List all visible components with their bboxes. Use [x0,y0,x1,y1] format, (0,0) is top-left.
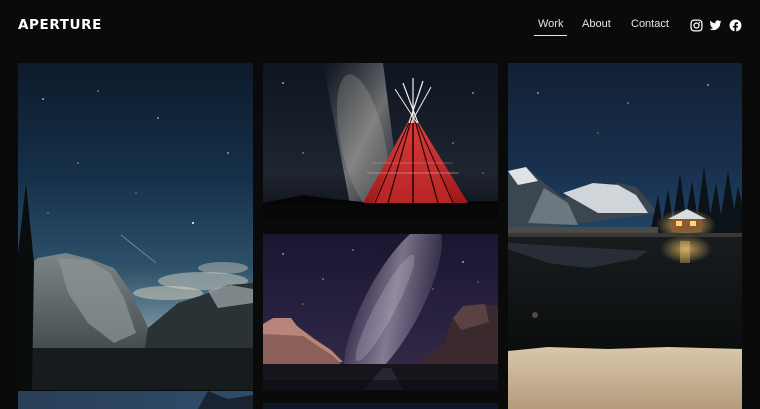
nav-link-contact[interactable]: Contact [631,18,669,30]
gallery-photo-partial-left[interactable] [18,391,253,409]
nav-link-work[interactable]: Work [533,18,569,36]
nav-link-about[interactable]: About [582,18,611,30]
site-header: APERTURE Work About Contact [0,0,760,52]
site-logo[interactable]: APERTURE [18,17,102,33]
gallery-photo-teepee[interactable] [263,63,498,220]
gallery-photo-partial-middle[interactable] [263,403,498,409]
gallery-photo-desert[interactable] [263,234,498,390]
gallery-photo-lake-cabin[interactable] [508,63,742,409]
gallery-photo-yosemite[interactable] [18,63,253,390]
twitter-icon[interactable] [709,19,722,32]
page: APERTURE Work About Contact [0,0,760,409]
facebook-icon[interactable] [729,19,742,32]
instagram-icon[interactable] [690,19,703,32]
